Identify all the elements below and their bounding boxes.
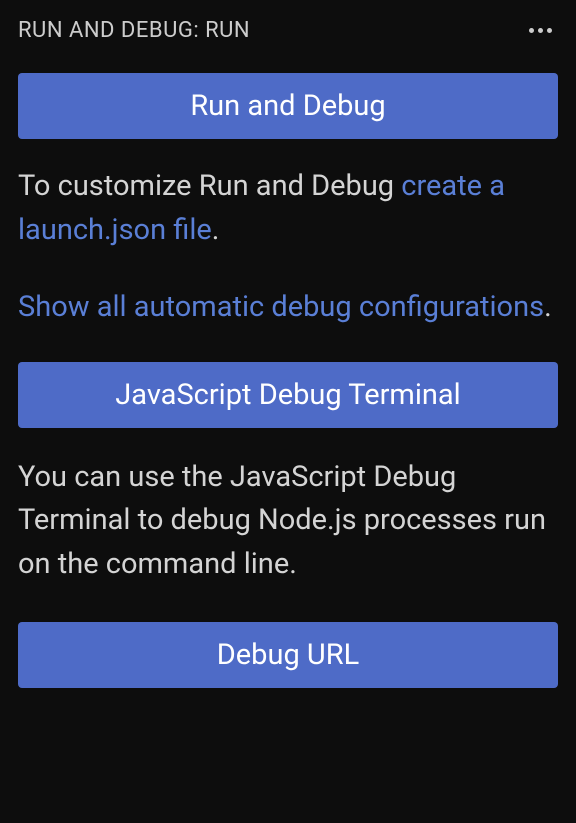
more-actions-icon[interactable] — [525, 24, 556, 37]
dot-icon — [529, 28, 534, 33]
show-all-configs-link[interactable]: Show all automatic debug configurations — [18, 290, 544, 324]
debug-url-button[interactable]: Debug URL — [18, 622, 558, 688]
panel-header: RUN AND DEBUG: RUN — [0, 0, 576, 61]
js-debug-terminal-button[interactable]: JavaScript Debug Terminal — [18, 362, 558, 428]
show-all-configs-block: Show all automatic debug configurations. — [18, 286, 558, 330]
customize-text-suffix: . — [212, 213, 220, 247]
run-and-debug-button[interactable]: Run and Debug — [18, 73, 558, 139]
run-debug-panel: RUN AND DEBUG: RUN Run and Debug To cust… — [0, 0, 576, 823]
customize-text-prefix: To customize Run and Debug — [18, 169, 401, 203]
panel-body: Run and Debug To customize Run and Debug… — [0, 61, 576, 688]
dot-icon — [538, 28, 543, 33]
js-terminal-description: You can use the JavaScript Debug Termina… — [18, 456, 558, 587]
dot-icon — [547, 28, 552, 33]
customize-description: To customize Run and Debug create a laun… — [18, 165, 558, 252]
panel-title: RUN AND DEBUG: RUN — [18, 18, 250, 43]
show-all-suffix: . — [544, 290, 552, 324]
